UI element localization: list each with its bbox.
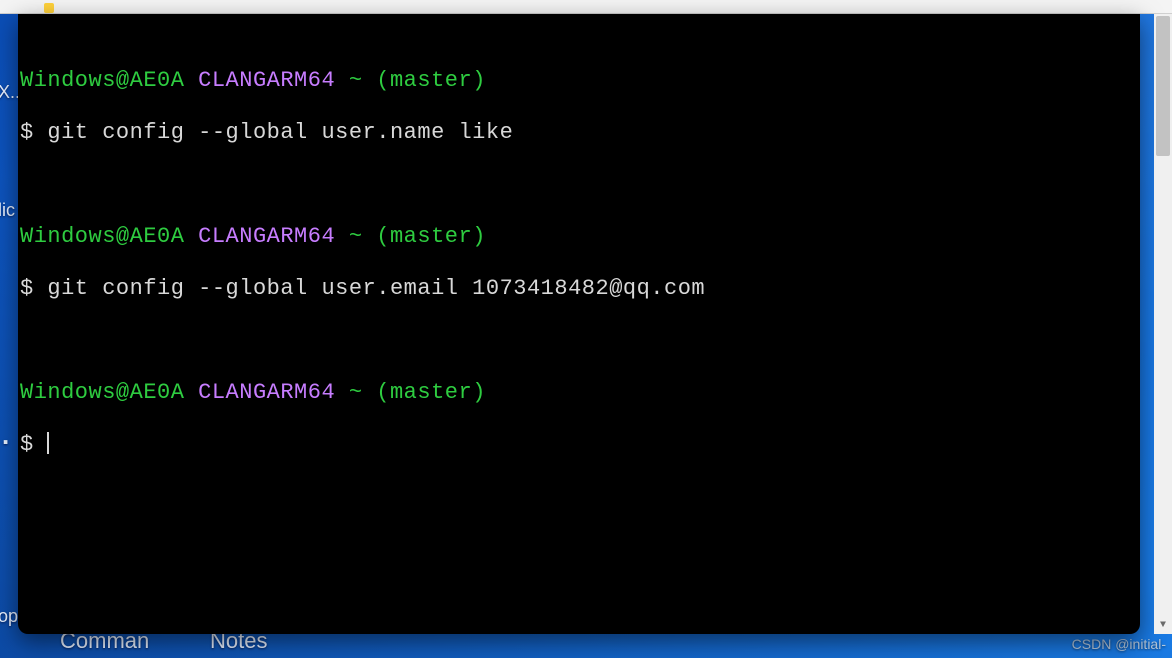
desktop-background: X.. lic . op Comman Notes CSDN @initial-… <box>0 0 1172 658</box>
prompt-dollar: $ <box>20 432 34 457</box>
terminal-output[interactable]: Windows@AE0A CLANGARM64 ~ (master) $ git… <box>18 14 1140 634</box>
prompt-line: Windows@AE0A CLANGARM64 ~ (master) <box>20 380 1140 406</box>
prompt-env: CLANGARM64 <box>198 380 335 405</box>
prompt-branch: (master) <box>376 224 486 249</box>
prompt-line: Windows@AE0A CLANGARM64 ~ (master) <box>20 224 1140 250</box>
desktop-fragment-x: X.. <box>0 82 20 103</box>
desktop-fragment-lic: lic <box>0 200 15 221</box>
blank-line <box>20 328 1140 354</box>
command-line: $ git config --global user.name like <box>20 120 1140 146</box>
prompt-at: @ <box>116 68 130 93</box>
prompt-env: CLANGARM64 <box>198 68 335 93</box>
desktop-fragment-op: op <box>0 606 18 627</box>
cursor-icon <box>47 432 49 454</box>
prompt-user: Windows <box>20 68 116 93</box>
command-line: $ git config --global user.email 1073418… <box>20 276 1140 302</box>
prompt-host: AE0A <box>130 68 185 93</box>
active-prompt[interactable]: $ <box>20 432 1140 458</box>
prompt-host: AE0A <box>130 380 185 405</box>
prompt-dollar: $ <box>20 276 34 301</box>
prompt-path: ~ <box>349 224 363 249</box>
blank-line <box>20 172 1140 198</box>
prompt-host: AE0A <box>130 224 185 249</box>
terminal-window[interactable]: Windows@AE0A CLANGARM64 ~ (master) $ git… <box>18 14 1140 634</box>
command-text: git config --global user.email 107341848… <box>47 276 705 301</box>
desktop-fragment-dot: . <box>2 420 9 451</box>
prompt-at: @ <box>116 380 130 405</box>
prompt-dollar: $ <box>20 120 34 145</box>
window-titlebar-strip <box>0 0 1172 14</box>
command-text: git config --global user.name like <box>47 120 513 145</box>
scrollbar-arrow-down-icon[interactable]: ▼ <box>1154 616 1172 634</box>
watermark-text: CSDN @initial- <box>1072 636 1166 652</box>
prompt-branch: (master) <box>376 380 486 405</box>
prompt-path: ~ <box>349 380 363 405</box>
prompt-at: @ <box>116 224 130 249</box>
prompt-branch: (master) <box>376 68 486 93</box>
titlebar-indicator-icon <box>44 3 54 13</box>
scrollbar-thumb[interactable] <box>1156 16 1170 156</box>
prompt-line: Windows@AE0A CLANGARM64 ~ (master) <box>20 68 1140 94</box>
prompt-user: Windows <box>20 380 116 405</box>
prompt-user: Windows <box>20 224 116 249</box>
prompt-path: ~ <box>349 68 363 93</box>
prompt-env: CLANGARM64 <box>198 224 335 249</box>
scrollbar-vertical[interactable]: ▲ ▼ <box>1154 14 1172 634</box>
